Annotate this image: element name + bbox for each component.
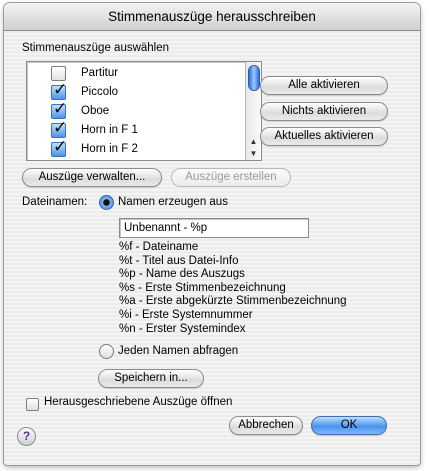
placeholder-code-list: %f - Dateiname %t - Titel aus Datei-Info…	[119, 241, 347, 336]
part-checkbox[interactable]	[51, 66, 66, 81]
code-f: %f - Dateiname	[119, 241, 199, 253]
checkmark-icon: ✓	[53, 118, 68, 138]
scroll-up-arrow-icon[interactable]: ▲	[248, 136, 259, 147]
scrollbar-thumb[interactable]	[248, 65, 260, 91]
part-label: Partitur	[81, 67, 119, 79]
scroll-down-arrow-icon[interactable]: ▼	[248, 148, 259, 159]
filenames-label: Dateinamen:	[22, 196, 88, 208]
part-label: Horn in F 1	[81, 124, 138, 136]
activate-current-button[interactable]: Aktuelles aktivieren	[260, 127, 388, 146]
window-title: Stimmenauszüge herausschreiben	[4, 3, 420, 31]
open-extracted-label: Herausgeschriebene Auszüge öffnen	[44, 396, 233, 408]
parts-list[interactable]: Partitur ✓ Piccolo ✓ Oboe ✓ Horn in F 1 …	[26, 61, 262, 161]
generate-names-label: Namen erzeugen aus	[118, 196, 228, 208]
list-scrollbar[interactable]: ▲ ▼	[245, 62, 261, 160]
deactivate-all-button[interactable]: Nichts aktivieren	[260, 102, 388, 121]
part-checkbox[interactable]: ✓	[51, 118, 67, 138]
open-extracted-checkbox[interactable]	[26, 398, 39, 411]
code-s: %s - Erste Stimmenbezeichnung	[119, 281, 286, 294]
part-label: Horn in F 2	[81, 143, 138, 155]
part-label: Piccolo	[81, 86, 119, 98]
cancel-button[interactable]: Abbrechen	[229, 416, 303, 435]
code-p: %p - Name des Auszugs	[119, 268, 245, 281]
checkmark-icon: ✓	[53, 80, 68, 100]
dialog-window: Stimmenauszüge herausschreiben Stimmenau…	[4, 3, 420, 465]
ask-names-label: Jeden Namen abfragen	[118, 345, 239, 357]
part-checkbox[interactable]: ✓	[51, 99, 67, 119]
generate-names-radio[interactable]	[99, 195, 114, 210]
code-i: %i - Erste Systemnummer	[119, 308, 253, 321]
checkmark-icon: ✓	[53, 137, 68, 157]
parts-section-label: Stimmenauszüge auswählen	[22, 42, 170, 54]
list-item[interactable]: ✓ Horn in F 2	[27, 137, 241, 159]
ok-button[interactable]: OK	[311, 416, 387, 435]
checkmark-icon: ✓	[53, 99, 68, 119]
code-t: %t - Titel aus Datei-Info	[119, 254, 239, 267]
save-in-button[interactable]: Speichern in...	[98, 369, 204, 388]
activate-all-button[interactable]: Alle aktivieren	[260, 76, 388, 95]
part-checkbox[interactable]: ✓	[51, 137, 67, 157]
code-n: %n - Erster Systemindex	[119, 322, 246, 335]
part-checkbox[interactable]: ✓	[51, 80, 67, 100]
filename-pattern-input[interactable]: Unbenannt - %p	[119, 218, 309, 238]
help-icon[interactable]: ?	[17, 427, 36, 446]
ask-names-radio[interactable]	[99, 344, 114, 359]
part-label: Oboe	[81, 105, 110, 117]
code-a: %a - Erste abgekürzte Stimmenbezeichnung	[119, 295, 347, 308]
create-parts-button[interactable]: Auszüge erstellen	[171, 168, 291, 187]
manage-parts-button[interactable]: Auszüge verwalten...	[22, 168, 162, 187]
